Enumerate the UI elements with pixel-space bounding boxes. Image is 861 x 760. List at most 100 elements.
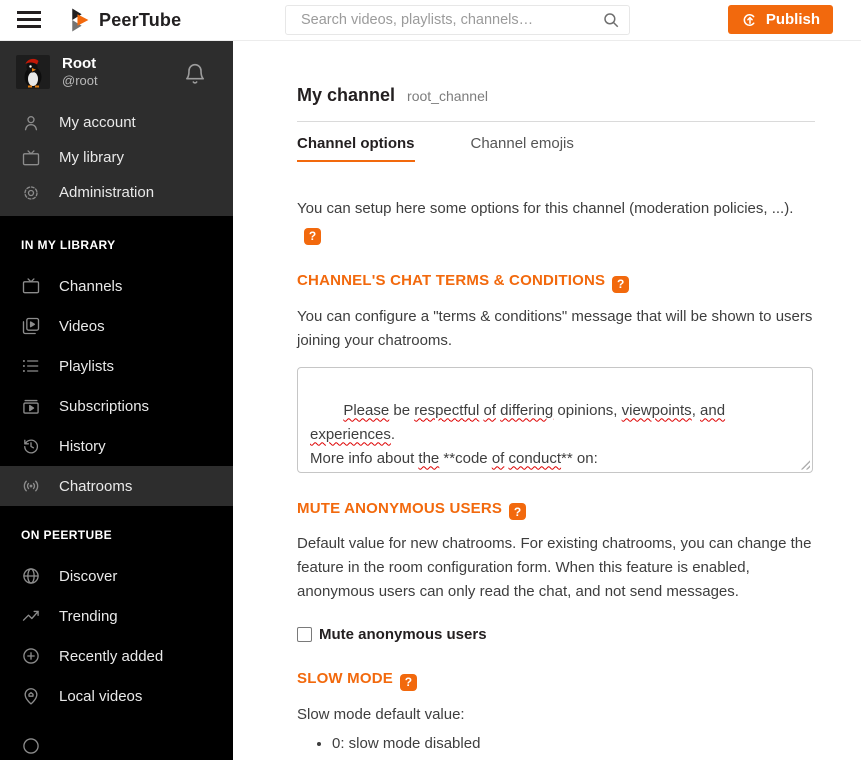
misspelled-word: of xyxy=(491,449,505,467)
sidebar-item-partial[interactable] xyxy=(0,736,233,760)
intro-text: You can setup here some options for this… xyxy=(297,200,794,217)
misspelled-word: and xyxy=(700,401,726,419)
sidebar: Root @root My account My library Administr… xyxy=(0,41,233,760)
videos-icon xyxy=(21,316,41,336)
resize-handle[interactable] xyxy=(799,458,810,470)
sidebar-section-list: Channels Videos Playlists Subscriptions Hist… xyxy=(0,266,233,507)
sidebar-item-label: My library xyxy=(59,149,125,167)
info-circle-icon xyxy=(23,738,39,754)
sidebar-item-discover[interactable]: Discover xyxy=(0,556,233,596)
playlists-icon xyxy=(21,356,41,376)
slow-mode-bullet: Any positive integer: users can send a m… xyxy=(332,756,802,760)
tab-channel-emojis[interactable]: Channel emojis xyxy=(471,122,574,162)
subscriptions-icon xyxy=(21,396,41,416)
main-content: My channel root_channel Channel options … xyxy=(233,41,861,760)
slow-mode-bullet: 0: slow mode disabled xyxy=(332,732,802,756)
history-icon xyxy=(21,436,41,456)
map-pin-icon xyxy=(21,686,41,706)
misspelled-word: experiences xyxy=(310,425,391,443)
user-name: Root xyxy=(62,55,97,72)
textarea-text: opinions, xyxy=(553,401,622,419)
mute-checkbox-row: Mute anonymous users xyxy=(297,626,815,643)
mute-description: Default value for new chatrooms. For exi… xyxy=(297,535,812,600)
slow-mode-heading: SLOW MODE? xyxy=(297,670,815,691)
search-icon[interactable] xyxy=(602,11,620,29)
terms-textarea[interactable]: Please be respectful of differing opinio… xyxy=(297,366,813,473)
sidebar-item-label: Local videos xyxy=(59,687,143,705)
notifications-bell-icon[interactable] xyxy=(183,61,207,87)
sidebar-item-history[interactable]: History xyxy=(0,426,233,466)
sidebar-section-list: Discover Trending Recently added Local vide… xyxy=(0,556,233,716)
misspelled-word: respectful xyxy=(414,401,480,419)
sidebar-item-my-library[interactable]: My library xyxy=(0,140,233,175)
sidebar-item-my-account[interactable]: My account xyxy=(0,105,233,140)
misspelled-word: of xyxy=(483,401,496,419)
sidebar-item-label: Videos xyxy=(59,317,105,335)
sidebar-item-trending[interactable]: Trending xyxy=(0,596,233,636)
sidebar-section-title: ON PEERTUBE xyxy=(21,528,113,543)
channel-handle: root_channel xyxy=(407,88,488,104)
sidebar-item-label: Playlists xyxy=(59,357,115,375)
sidebar-item-channels[interactable]: Channels xyxy=(0,266,233,306)
mute-anonymous-checkbox[interactable] xyxy=(297,627,312,642)
search-box xyxy=(285,5,630,35)
tab-channel-options[interactable]: Channel options xyxy=(297,122,415,162)
terms-heading-text: CHANNEL'S CHAT TERMS & CONDITIONS xyxy=(297,272,606,289)
help-icon[interactable]: ? xyxy=(509,503,527,520)
sidebar-section-title: IN MY LIBRARY xyxy=(21,238,116,253)
menu-icon[interactable] xyxy=(17,11,41,30)
tv-icon xyxy=(21,276,41,296)
sidebar-item-recently-added[interactable]: Recently added xyxy=(0,636,233,676)
misspelled-word: conduct xyxy=(508,449,562,467)
slow-mode-heading-text: SLOW MODE xyxy=(297,670,393,687)
sidebar-item-label: Subscriptions xyxy=(59,397,150,415)
globe-icon xyxy=(21,566,41,586)
terms-heading: CHANNEL'S CHAT TERMS & CONDITIONS? xyxy=(297,272,815,293)
textarea-text xyxy=(725,402,729,419)
sidebar-item-label: My account xyxy=(59,114,136,132)
textarea-text: **code xyxy=(439,449,492,467)
textarea-text: be xyxy=(389,401,415,419)
misspelled-word: the xyxy=(418,449,440,467)
mute-checkbox-label[interactable]: Mute anonymous users xyxy=(319,626,487,643)
plus-circle-icon xyxy=(21,646,41,666)
terms-section: CHANNEL'S CHAT TERMS & CONDITIONS? You c… xyxy=(297,272,815,473)
mute-heading-text: MUTE ANONYMOUS USERS xyxy=(297,499,503,517)
user-handle: @root xyxy=(62,73,98,89)
help-icon[interactable]: ? xyxy=(399,673,417,691)
slow-mode-section: SLOW MODE? Slow mode default value: 0: s… xyxy=(297,670,815,760)
sidebar-item-label: Chatrooms xyxy=(59,477,133,495)
publish-button[interactable]: Publish xyxy=(727,5,833,34)
misspelled-word: viewpoints xyxy=(621,401,692,419)
user-icon xyxy=(21,113,41,133)
publish-label: Publish xyxy=(765,11,820,28)
sidebar-item-local-videos[interactable]: Local videos xyxy=(0,676,233,716)
mute-section: MUTE ANONYMOUS USERS? Default value for … xyxy=(297,499,815,643)
sidebar-item-administration[interactable]: Administration xyxy=(0,175,233,210)
page-title: My channel xyxy=(297,85,396,105)
sidebar-item-videos[interactable]: Videos xyxy=(0,306,233,346)
channel-options-intro: You can setup here some options for this… xyxy=(297,197,815,245)
sidebar-item-playlists[interactable]: Playlists xyxy=(0,346,233,386)
search-input[interactable] xyxy=(285,5,630,35)
slow-mode-label: Slow mode default value: xyxy=(297,705,465,723)
avatar[interactable] xyxy=(16,55,50,90)
help-icon[interactable]: ? xyxy=(304,227,321,245)
misspelled-word: Please xyxy=(343,401,390,419)
brand-name: PeerTube xyxy=(99,9,182,30)
play-logo-icon xyxy=(72,8,89,32)
topbar: PeerTube Publish xyxy=(0,0,861,41)
sidebar-main-menu: My account My library Administration xyxy=(0,105,233,210)
peertube-logo[interactable]: PeerTube xyxy=(66,7,181,33)
user-block: Root @root xyxy=(0,41,233,105)
help-icon[interactable]: ? xyxy=(612,275,630,293)
broadcast-icon xyxy=(21,476,41,496)
sidebar-sections: IN MY LIBRARY Channels Videos Playlists Subs… xyxy=(0,238,233,716)
sidebar-item-subscriptions[interactable]: Subscriptions xyxy=(0,386,233,426)
sidebar-item-label: History xyxy=(59,437,106,455)
slow-mode-list: 0: slow mode disabledAny positive intege… xyxy=(297,732,815,760)
sidebar-item-label: Recently added xyxy=(59,647,164,665)
sidebar-item-label: Administration xyxy=(59,184,155,202)
sidebar-item-chatrooms[interactable]: Chatrooms xyxy=(0,466,233,507)
terms-description: You can configure a "terms & conditions"… xyxy=(297,307,813,349)
